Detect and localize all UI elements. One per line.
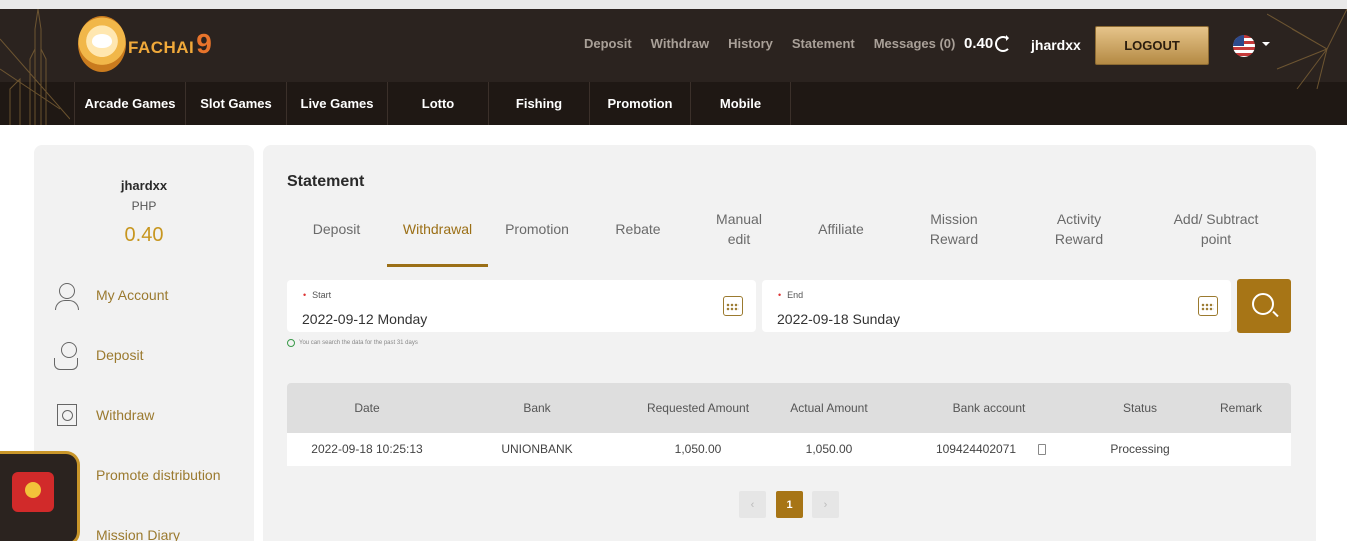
nav-mobile[interactable]: Mobile [690,82,791,125]
end-date-field[interactable]: End 2022-09-18 Sunday [762,280,1231,332]
safe-icon [52,400,82,430]
top-link-deposit[interactable]: Deposit [584,36,632,51]
brand-logo[interactable]: FACHAI 9 [78,16,212,72]
top-links: Deposit Withdraw History Statement Messa… [584,36,974,51]
col-actual-amount: Actual Amount [790,401,868,415]
us-flag-icon[interactable] [1233,35,1255,57]
tab-activity-reward[interactable]: Activity Reward [1038,209,1120,249]
nav-lotto[interactable]: Lotto [387,82,488,125]
nav-fishing[interactable]: Fishing [488,82,589,125]
table-row: 2022-09-18 10:25:13 UNIONBANK 1,050.00 1… [287,433,1291,466]
sidebar-item-label: Promote distribution [96,467,221,483]
nav-live-games[interactable]: Live Games [286,82,387,125]
firework-decoration-icon [1267,9,1347,89]
col-remark: Remark [1219,401,1262,415]
col-status: Status [1122,401,1158,415]
coin-hand-icon [52,340,82,370]
col-bank-account: Bank account [952,401,1026,415]
header-balance-value: 0.40 [964,35,994,52]
pagination-next[interactable]: › [812,491,839,518]
user-icon [52,280,82,310]
chevron-down-icon[interactable] [1262,42,1270,50]
lucky-cat-icon [78,16,126,72]
sidebar-currency: PHP [131,199,157,213]
start-date-field[interactable]: Start 2022-09-12 Monday [287,280,756,332]
cell-bank-account: 109424402071 [935,442,1017,456]
refresh-icon[interactable] [995,34,1012,52]
sidebar-item-label: Withdraw [96,407,155,423]
cell-date: 2022-09-18 10:25:13 [311,442,423,456]
tab-withdrawal[interactable]: Withdrawal [387,219,488,239]
pagination-prev[interactable]: ‹ [739,491,766,518]
tab-rebate[interactable]: Rebate [603,219,673,239]
hint-text: You can search the data for the past 31 … [299,340,418,346]
main-nav: Arcade Games Slot Games Live Games Lotto… [74,82,791,125]
nav-arcade-games[interactable]: Arcade Games [74,82,185,125]
date-range-hint: You can search the data for the past 31 … [287,339,418,347]
cell-requested-amount: 1,050.00 [674,442,722,456]
page-title: Statement [287,173,365,190]
tab-promotion[interactable]: Promotion [499,219,575,239]
brand-name: FACHAI [128,38,195,57]
sidebar-item-my-account[interactable]: My Account [52,280,168,310]
brand-number: 9 [196,28,212,59]
sidebar-item-label: My Account [96,287,169,303]
copy-icon[interactable] [1038,444,1046,455]
calendar-icon[interactable] [723,296,743,316]
calendar-icon[interactable] [1198,296,1218,316]
sidebar-item-label: Mission Diary [96,527,181,541]
info-icon [287,339,295,347]
sidebar-item-withdraw[interactable]: Withdraw [52,400,154,430]
tab-mission-reward[interactable]: Mission Reward [915,209,993,249]
top-link-withdraw[interactable]: Withdraw [651,36,709,51]
sidebar-item-deposit[interactable]: Deposit [52,340,143,370]
sidebar-item-label: Deposit [96,347,144,363]
top-link-history[interactable]: History [728,36,773,51]
active-tab-indicator [387,264,488,267]
col-bank: Bank [523,401,551,415]
nav-slot-games[interactable]: Slot Games [185,82,286,125]
search-button[interactable] [1237,279,1291,333]
search-icon [1252,293,1274,315]
col-date: Date [354,401,380,415]
table-header: Date Bank Requested Amount Actual Amount… [287,383,1291,433]
red-envelope-widget[interactable] [0,451,80,541]
logout-button[interactable]: LOGOUT [1095,26,1209,65]
building-decoration-icon [0,9,70,125]
tab-deposit[interactable]: Deposit [299,219,374,239]
header-username[interactable]: jhardxx [1031,37,1081,53]
header-balance: 0.40 [964,34,1012,52]
cell-status: Processing [1110,442,1170,456]
cell-bank: UNIONBANK [501,442,573,456]
start-date-value: 2022-09-12 Monday [302,311,428,327]
tab-manual-edit[interactable]: Manual edit [707,209,771,249]
top-link-messages[interactable]: Messages (0) [874,36,956,51]
tab-add-subtract-point[interactable]: Add/ Subtract point [1160,209,1272,249]
sidebar-balance: 0.40 [124,224,164,246]
top-link-statement[interactable]: Statement [792,36,855,51]
red-envelope-icon [12,472,54,512]
sidebar-username: jhardxx [120,178,168,193]
end-date-value: 2022-09-18 Sunday [777,311,900,327]
pagination-page-1[interactable]: 1 [776,491,803,518]
start-date-label: Start [303,290,331,300]
end-date-label: End [778,290,803,300]
statement-panel: Statement Deposit Withdrawal Promotion R… [263,145,1316,541]
cell-actual-amount: 1,050.00 [805,442,853,456]
col-requested-amount: Requested Amount [646,401,750,415]
nav-promotion[interactable]: Promotion [589,82,690,125]
tab-affiliate[interactable]: Affiliate [808,219,874,239]
